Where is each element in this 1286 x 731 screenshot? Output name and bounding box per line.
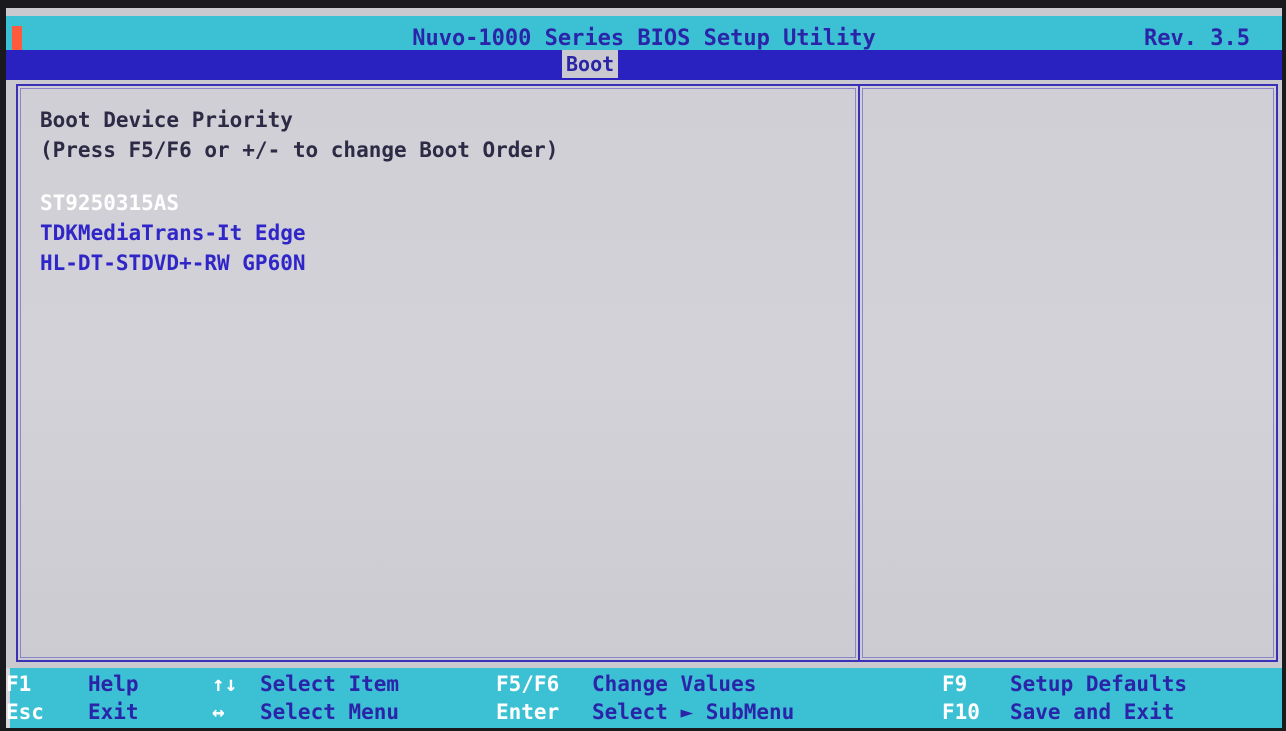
title-bar: Nuvo-1000 Series BIOS Setup Utility Rev.…: [6, 16, 1282, 51]
setup-defaults-label: Setup Defaults: [1010, 672, 1188, 696]
menu-bar: [6, 50, 1282, 80]
key-enter: Enter: [496, 700, 560, 724]
up-down-arrows-icon: ↑↓: [212, 672, 238, 696]
exit-label: Exit: [88, 700, 139, 724]
bios-title: Nuvo-1000 Series BIOS Setup Utility: [412, 26, 876, 51]
boot-device-item[interactable]: HL-DT-STDVD+-RW GP60N: [40, 251, 306, 275]
help-panel-inner-border: [862, 88, 1274, 658]
select-submenu-label: Select ► SubMenu: [592, 700, 795, 724]
key-f1: F1: [6, 672, 32, 696]
main-panel-inner-border: [20, 88, 856, 658]
help-panel: [858, 84, 1278, 662]
bios-frame: Nuvo-1000 Series BIOS Setup Utility Rev.…: [6, 8, 1282, 728]
key-f9: F9: [942, 672, 968, 696]
key-f5-f6: F5/F6: [496, 672, 560, 696]
main-panel: [16, 84, 860, 662]
select-item-label: Select Item: [260, 672, 400, 696]
key-f10: F10: [942, 700, 980, 724]
key-f1-label: Help: [88, 672, 139, 696]
select-menu-label: Select Menu: [260, 700, 400, 724]
section-hint: (Press F5/F6 or +/- to change Boot Order…: [40, 138, 559, 162]
boot-device-item[interactable]: TDKMediaTrans-It Edge: [40, 221, 306, 245]
key-esc: Esc: [6, 700, 44, 724]
boot-device-item[interactable]: ST9250315AS: [40, 191, 179, 215]
save-and-exit-label: Save and Exit: [1010, 700, 1175, 724]
bios-revision: Rev. 3.5: [1144, 26, 1250, 51]
change-values-label: Change Values: [592, 672, 757, 696]
section-title: Boot Device Priority: [40, 108, 293, 132]
tab-boot[interactable]: Boot: [562, 50, 619, 78]
left-right-arrows-icon: ↔: [212, 700, 225, 724]
